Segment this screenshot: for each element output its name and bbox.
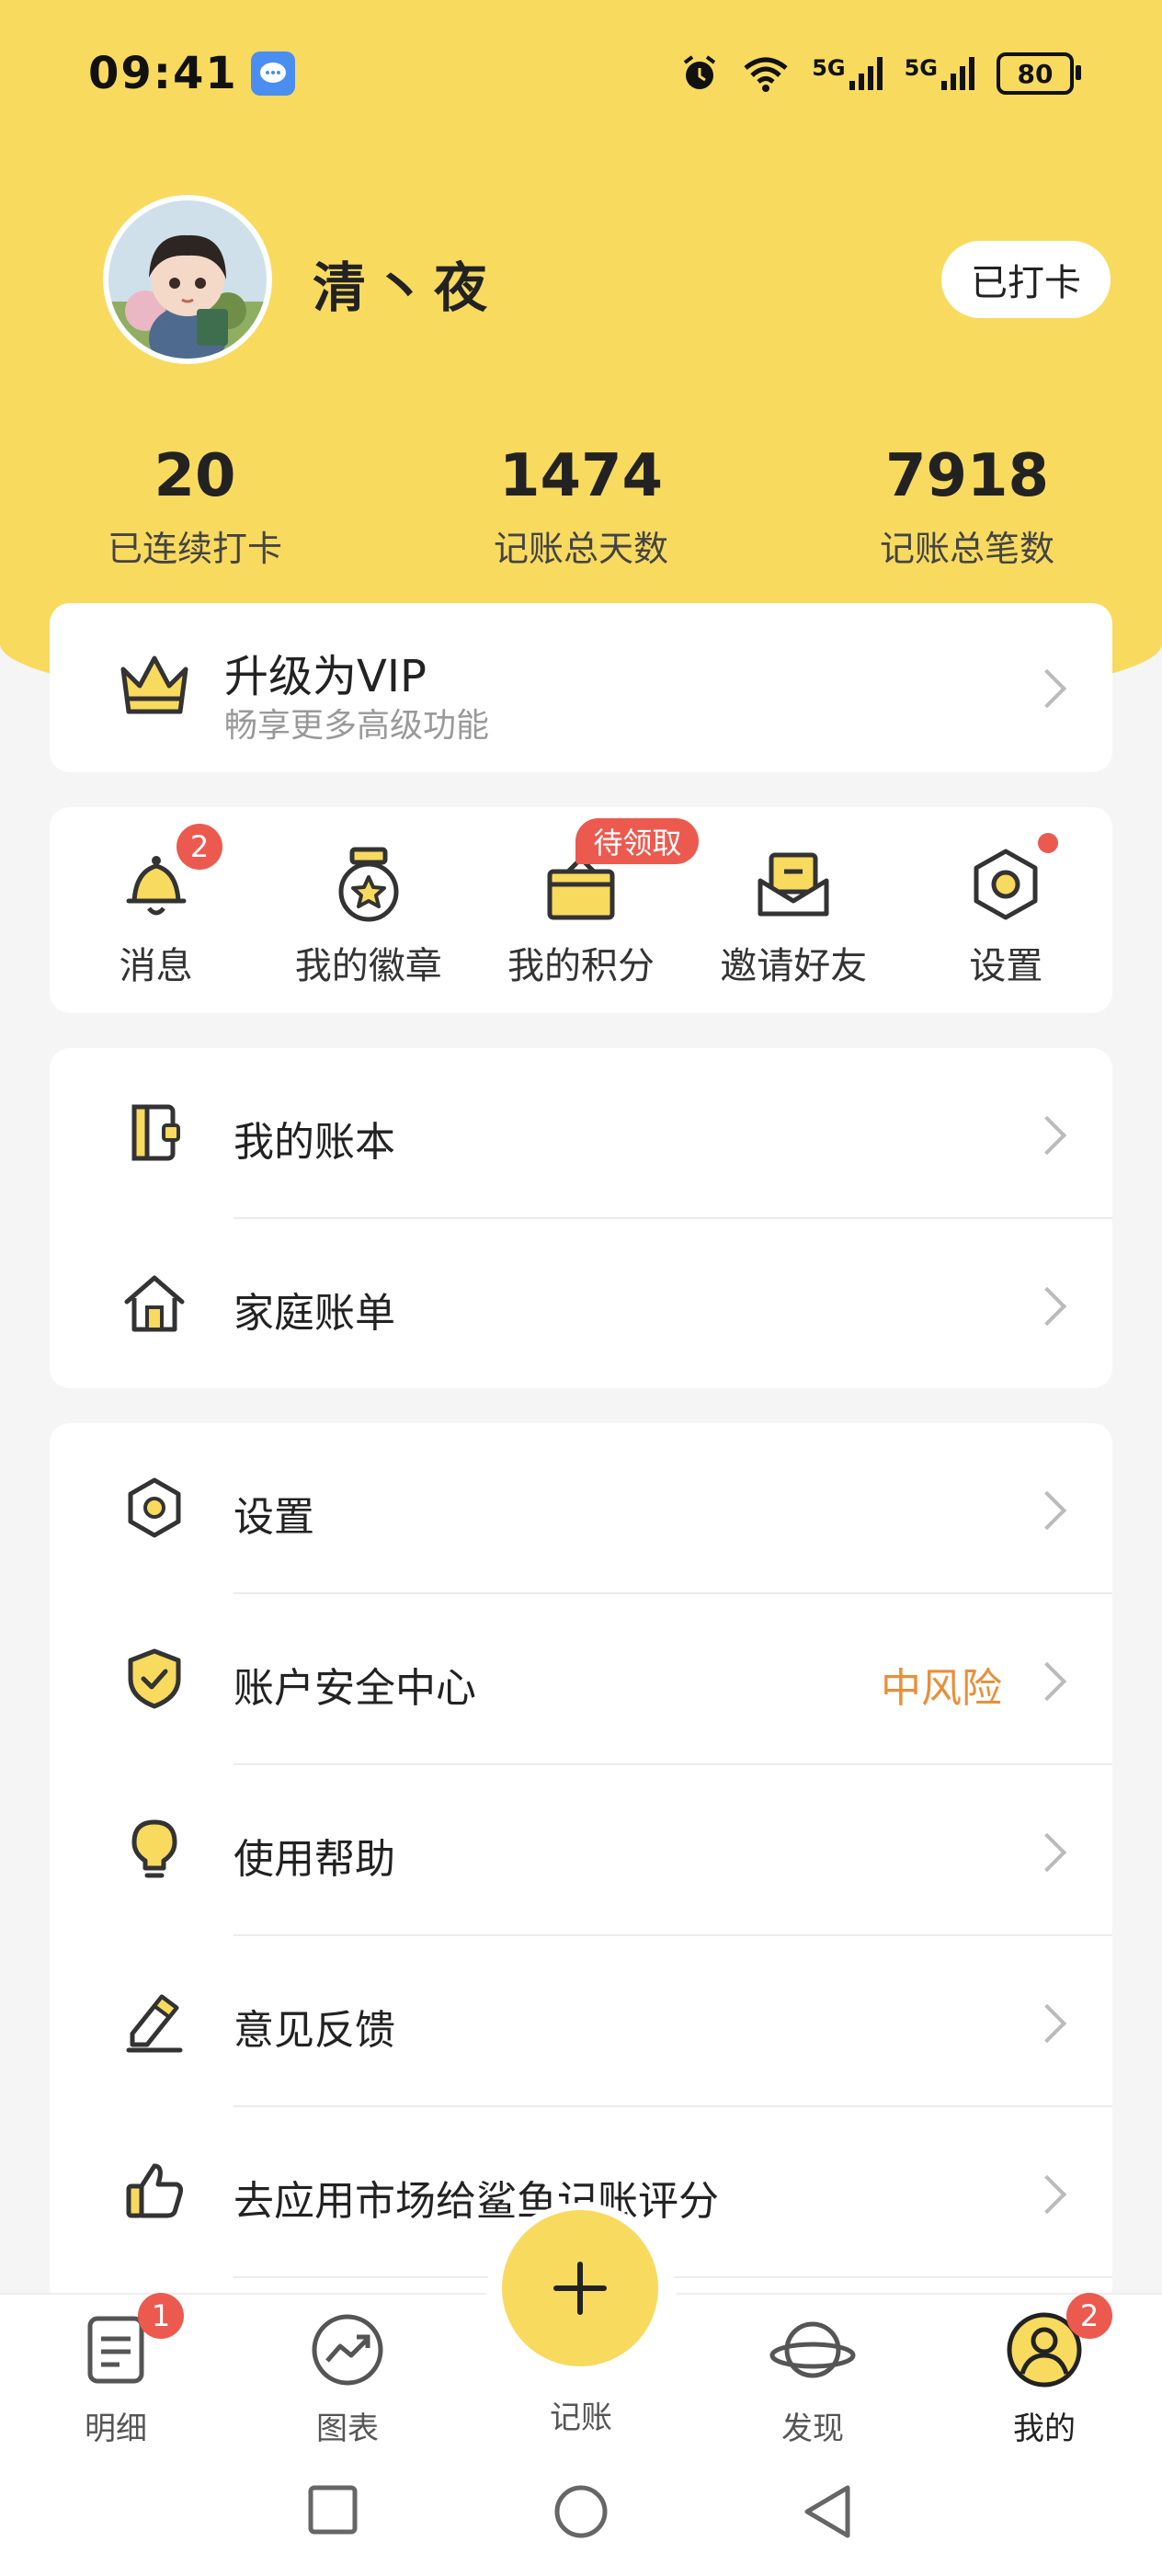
shield-check-icon (128, 1648, 181, 1709)
avatar-image (108, 200, 267, 359)
list-item-account-security[interactable]: 账户安全中心 中风险 (50, 1594, 1112, 1765)
list-item-my-ledger[interactable]: 我的账本 (50, 1048, 1112, 1219)
trend-chart-icon (312, 2314, 383, 2386)
list-item-feedback[interactable]: 意见反馈 (50, 1936, 1112, 2107)
list-group-settings: 设置 账户安全中心 中风险 使用帮助 意见反馈 去应用市场给鲨鱼记账评分 (50, 1423, 1112, 2306)
stat-consecutive-checkin[interactable]: 20 已连续打卡 (57, 439, 333, 571)
stat-total-entries[interactable]: 7918 记账总笔数 (829, 439, 1105, 571)
recent-apps-icon[interactable] (307, 2484, 359, 2536)
signal-bars-icon (849, 57, 883, 90)
list-group-books: 我的账本 家庭账单 (50, 1048, 1112, 1388)
username: 清丶夜 (313, 256, 496, 319)
tab-charts[interactable]: 图表 (274, 2306, 421, 2448)
battery-indicator: 80 (997, 52, 1081, 95)
system-nav-bar (0, 2471, 1162, 2554)
quick-item-messages[interactable]: 2 消息 (50, 807, 262, 1013)
status-time: 09:41 (88, 48, 238, 99)
home-icon (124, 1275, 185, 1332)
wifi-icon (744, 57, 788, 92)
chevron-right-icon (1027, 1661, 1067, 1702)
chevron-right-icon (1027, 2174, 1067, 2215)
home-circle-icon[interactable] (553, 2484, 609, 2539)
chevron-right-icon (1027, 1490, 1067, 1531)
medal-icon (338, 847, 399, 922)
settings-hex-icon (974, 849, 1038, 920)
vip-title: 升级为VIP (224, 651, 427, 702)
signal-2-label: 5G (904, 55, 938, 81)
planet-icon (769, 2321, 856, 2378)
chevron-right-icon (1027, 1832, 1067, 1873)
chevron-right-icon (1027, 1115, 1067, 1156)
lightbulb-icon (131, 1819, 177, 1878)
checkin-button[interactable]: 已打卡 (941, 241, 1111, 318)
messages-badge: 2 (177, 824, 222, 870)
chevron-right-icon (1027, 1286, 1067, 1327)
add-record-button[interactable] (502, 2210, 658, 2366)
tab-discover[interactable]: 发现 (739, 2306, 886, 2448)
quick-item-badges[interactable]: 我的徽章 (262, 807, 474, 1013)
crown-icon (120, 655, 188, 714)
chevron-right-icon (1027, 668, 1067, 709)
tab-mine[interactable]: 2 我的 (971, 2293, 1118, 2448)
settings-hex-icon (128, 1477, 181, 1538)
vip-subtitle: 畅享更多高级功能 (224, 707, 490, 745)
details-badge: 1 (138, 2293, 184, 2339)
signal-bars-icon (941, 57, 974, 90)
security-risk-status: 中风险 (881, 1665, 1002, 1712)
back-triangle-icon[interactable] (802, 2482, 853, 2541)
list-item-help[interactable]: 使用帮助 (50, 1765, 1112, 1936)
status-bar: 09:41 5G 5G 80 (88, 44, 1081, 103)
plus-icon (553, 2262, 607, 2315)
envelope-icon (758, 852, 829, 917)
quick-item-invite[interactable]: 邀请好友 (688, 807, 900, 1013)
settings-dot (1037, 833, 1058, 853)
thumbs-up-icon (126, 2163, 183, 2218)
quick-item-points[interactable]: 待领取 我的积分 (474, 807, 700, 1013)
ledger-icon (131, 1104, 180, 1161)
list-item-settings[interactable]: 设置 (50, 1423, 1112, 1594)
points-badge: 待领取 (575, 818, 700, 864)
avatar[interactable] (103, 195, 272, 364)
list-item-family-bill[interactable]: 家庭账单 (50, 1219, 1112, 1390)
stat-total-days[interactable]: 1474 记账总天数 (443, 439, 719, 571)
signal-1-label: 5G (812, 55, 846, 81)
chevron-right-icon (1027, 2003, 1067, 2044)
tab-record-label[interactable]: 记账 (507, 2392, 655, 2437)
message-app-icon (250, 51, 295, 96)
pencil-icon (126, 1994, 183, 2053)
quick-item-settings[interactable]: 设置 (900, 807, 1112, 1013)
quick-actions-card: 2 消息 我的徽章 待领取 我的积分 邀请好友 设置 (50, 807, 1112, 1013)
alarm-icon (683, 55, 716, 89)
mine-badge: 2 (1066, 2293, 1112, 2339)
vip-upgrade-card[interactable]: 升级为VIP 畅享更多高级功能 (50, 603, 1112, 772)
tab-details[interactable]: 1 明细 (42, 2293, 189, 2448)
